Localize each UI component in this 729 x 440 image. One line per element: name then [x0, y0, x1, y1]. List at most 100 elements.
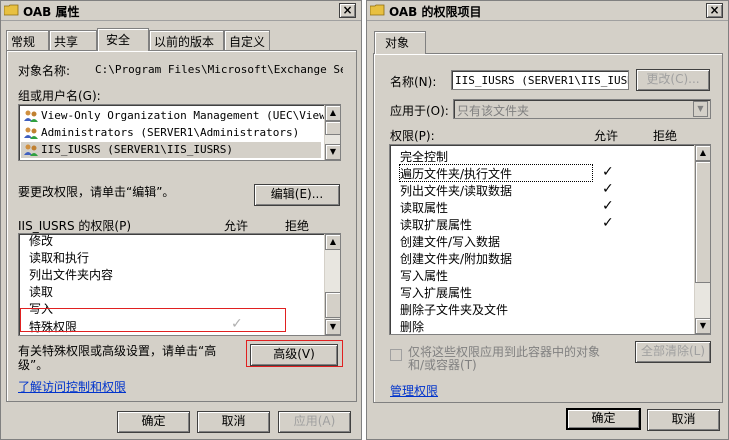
learn-access-control-link[interactable]: 了解访问控制和权限 [18, 378, 126, 395]
permissions-scrollbar[interactable]: ▲ ▼ [324, 234, 340, 335]
list-item-selected[interactable]: IIS_IUSRS (SERVER1\IIS_IUSRS) [21, 142, 321, 158]
tab-security[interactable]: 安全 [97, 28, 149, 51]
scroll-down-icon[interactable]: ▼ [325, 319, 340, 335]
permission-row[interactable]: 创建文件夹/附加数据 [400, 250, 600, 266]
tab-customize[interactable]: 自定义 [224, 30, 270, 50]
tab-general[interactable]: 常规 [6, 30, 49, 50]
name-field[interactable]: IIS_IUSRS (SERVER1\IIS_IUSRS) [451, 70, 629, 90]
tab-label: 对象 [385, 36, 410, 50]
permission-row: 读取和执行 [29, 249, 89, 265]
tab-object[interactable]: 对象 [374, 31, 426, 54]
cancel-button[interactable]: 取消 [647, 409, 720, 431]
button-label: 取消 [671, 412, 696, 426]
permission-name: 删除子文件夹及文件 [400, 303, 509, 317]
name-label: 名称(N): [390, 75, 437, 89]
tab-label: 安全 [106, 33, 131, 47]
permission-name: 修改 [29, 234, 54, 248]
permission-name: 创建文件/写入数据 [400, 235, 501, 249]
change-button[interactable]: 更改(C)... [636, 69, 710, 91]
permission-row[interactable]: 遍历文件夹/执行文件 [399, 164, 593, 182]
permission-row[interactable]: 列出文件夹/读取数据 [400, 182, 600, 198]
scroll-thumb[interactable] [325, 121, 340, 135]
permission-name: 遍历文件夹/执行文件 [400, 167, 513, 181]
clear-all-button[interactable]: 全部清除(L) [635, 341, 711, 363]
tab-previous-versions[interactable]: 以前的版本 [149, 30, 224, 50]
list-item[interactable]: Administrators (SERVER1\Administrators) [21, 125, 321, 141]
button-label: 编辑(E)... [270, 187, 324, 201]
principals-list[interactable]: View-Only Organization Management (UEC\V… [18, 104, 341, 161]
group-label: 组或用户名(G): [18, 89, 101, 103]
permission-row[interactable]: 写入属性 [400, 267, 600, 283]
permission-name: 列出文件夹/读取数据 [400, 184, 513, 198]
scroll-down-icon[interactable]: ▼ [695, 318, 710, 334]
permissions-label: 权限(P): [390, 129, 435, 143]
scroll-up-icon[interactable]: ▲ [695, 145, 710, 161]
button-label: 确定 [591, 411, 616, 425]
allow-checkbox[interactable]: ✓ [602, 215, 614, 231]
permission-row[interactable]: 读取属性 [400, 199, 600, 215]
close-button[interactable]: × [339, 3, 356, 18]
permission-name: 创建文件夹/附加数据 [400, 252, 513, 266]
permission-name: 列出文件夹内容 [29, 268, 114, 282]
window-title: OAB 属性 [23, 5, 80, 19]
permission-name: 删除 [400, 320, 425, 334]
allow-checkbox[interactable]: ✓ [602, 181, 614, 197]
permission-name: 完全控制 [400, 150, 449, 164]
permission-entries-list[interactable]: 完全控制 遍历文件夹/执行文件 列出文件夹/读取数据 读取属性 读取扩展属性 创… [389, 144, 711, 335]
scroll-up-icon[interactable]: ▲ [325, 105, 340, 121]
close-button[interactable]: × [706, 3, 723, 18]
permission-row: 修改 [29, 234, 54, 248]
principal-name: View-Only Organization Management (UEC\V… [41, 109, 341, 122]
permission-row[interactable]: 读取扩展属性 [400, 216, 600, 232]
properties-dialog: OAB 属性 × 常规 共享 安全 以前的版本 自定义 对象名称: C:\Pro… [0, 0, 362, 440]
scroll-thumb[interactable] [325, 292, 340, 318]
permission-row: 读取 [29, 283, 53, 299]
tab-sharing[interactable]: 共享 [49, 30, 97, 50]
folder-icon [4, 4, 19, 16]
folder-icon [370, 4, 385, 16]
apply-to-select[interactable]: 只有该文件夹 ▼ [453, 99, 711, 119]
permission-row[interactable]: 创建文件/写入数据 [400, 233, 600, 249]
users-icon [24, 144, 38, 156]
edit-button[interactable]: 编辑(E)... [254, 184, 340, 206]
list-item[interactable]: View-Only Organization Management (UEC\V… [21, 108, 340, 124]
advanced-hint-line2: 级”。 [18, 358, 49, 372]
allow-checkbox[interactable]: ✓ [602, 198, 614, 214]
button-label: 确定 [141, 414, 166, 428]
button-label: 取消 [221, 414, 246, 428]
close-icon: × [709, 3, 720, 17]
permission-name: 写入属性 [400, 269, 449, 283]
object-panel: 名称(N): IIS_IUSRS (SERVER1\IIS_IUSRS) 更改(… [373, 53, 723, 403]
entries-scrollbar[interactable]: ▲ ▼ [694, 145, 710, 334]
permission-row[interactable]: 删除 [400, 318, 600, 334]
special-permission-highlight [20, 308, 286, 332]
chevron-down-icon: ▼ [693, 101, 708, 117]
permission-row[interactable]: 写入扩展属性 [400, 284, 600, 300]
button-label: 更改(C)... [646, 72, 700, 86]
scroll-down-icon[interactable]: ▼ [325, 144, 340, 160]
permission-entry-titlebar[interactable]: OAB 的权限项目 × [367, 1, 728, 21]
manage-permissions-link[interactable]: 管理权限 [390, 382, 438, 399]
permission-name: 写入扩展属性 [400, 286, 473, 300]
scroll-thumb[interactable] [695, 161, 710, 283]
apply-button[interactable]: 应用(A) [278, 411, 351, 433]
permission-row: 列出文件夹内容 [29, 266, 113, 282]
inherit-checkbox[interactable] [390, 349, 402, 361]
permission-name: 读取 [29, 285, 54, 299]
security-panel: 对象名称: C:\Program Files\Microsoft\Exchang… [6, 50, 357, 402]
ok-button[interactable]: 确定 [566, 408, 641, 430]
permission-name: 读取属性 [400, 201, 449, 215]
ok-button[interactable]: 确定 [117, 411, 190, 433]
users-icon [24, 110, 38, 122]
permission-row[interactable]: 删除子文件夹及文件 [400, 301, 600, 317]
object-name-value: C:\Program Files\Microsoft\Exchange Serv [95, 63, 343, 76]
deny-header: 拒绝 [285, 219, 310, 233]
principals-scrollbar[interactable]: ▲ ▼ [324, 105, 340, 160]
scroll-up-icon[interactable]: ▲ [325, 234, 340, 250]
permission-row[interactable]: 完全控制 [400, 148, 600, 164]
allow-checkbox[interactable]: ✓ [602, 164, 614, 180]
permissions-header: IIS_IUSRS 的权限(P) [18, 219, 132, 233]
properties-titlebar[interactable]: OAB 属性 × [1, 1, 361, 21]
apply-to-value: 只有该文件夹 [457, 104, 530, 118]
cancel-button[interactable]: 取消 [197, 411, 270, 433]
